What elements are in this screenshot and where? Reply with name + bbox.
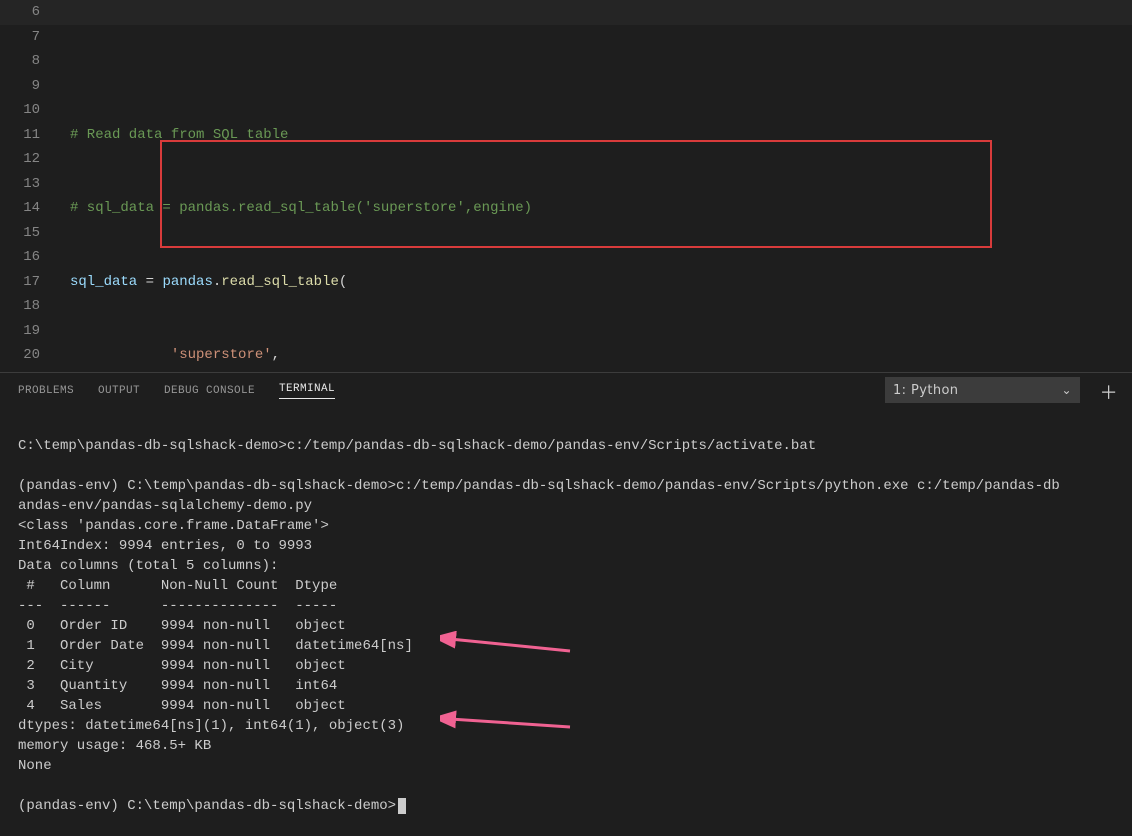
line-number: 16 <box>0 245 40 270</box>
terminal-line: andas-env/pandas-sqlalchemy-demo.py <box>18 498 312 514</box>
terminal-line: 1 Order Date 9994 non-null datetime64[ns… <box>18 638 413 654</box>
line-number: 20 <box>0 343 40 368</box>
code-text: pandas <box>162 274 212 290</box>
tab-output[interactable]: OUTPUT <box>98 385 140 397</box>
terminal-line: None <box>18 758 52 774</box>
new-terminal-icon[interactable]: ＋ <box>1100 379 1118 405</box>
terminal-line: 2 City 9994 non-null object <box>18 658 346 674</box>
code-text: sql_data <box>70 274 146 290</box>
terminal-line: C:\temp\pandas-db-sqlshack-demo>c:/temp/… <box>18 438 816 454</box>
code-editor[interactable]: 6 7 8 9 10 11 12 13 14 15 16 17 18 19 20… <box>0 0 1132 372</box>
terminal-line: Data columns (total 5 columns): <box>18 558 278 574</box>
code-text: # Read data from SQL table <box>70 127 288 143</box>
code-text: , <box>272 347 280 363</box>
code-content[interactable]: # Read data from SQL table # sql_data = … <box>70 0 759 372</box>
code-text: . <box>213 274 221 290</box>
chevron-down-icon: ⌄ <box>1062 383 1072 397</box>
tab-debug-console[interactable]: DEBUG CONSOLE <box>164 385 255 397</box>
terminal-cursor <box>398 798 406 814</box>
line-number: 8 <box>0 49 40 74</box>
terminal-line: <class 'pandas.core.frame.DataFrame'> <box>18 518 329 534</box>
terminal-line: 4 Sales 9994 non-null object <box>18 698 346 714</box>
line-number: 15 <box>0 221 40 246</box>
panel-tab-bar: PROBLEMS OUTPUT DEBUG CONSOLE TERMINAL 1… <box>0 373 1132 408</box>
terminal-line: # Column Non-Null Count Dtype <box>18 578 337 594</box>
line-number: 9 <box>0 74 40 99</box>
line-number: 6 <box>0 0 40 25</box>
code-text: ( <box>339 274 347 290</box>
line-number: 19 <box>0 319 40 344</box>
line-number: 11 <box>0 123 40 148</box>
terminal-line: (pandas-env) C:\temp\pandas-db-sqlshack-… <box>18 478 1060 494</box>
terminal-line: Int64Index: 9994 entries, 0 to 9993 <box>18 538 312 554</box>
tab-problems[interactable]: PROBLEMS <box>18 385 74 397</box>
terminal-selector[interactable]: 1: Python ⌄ <box>885 377 1080 403</box>
code-text <box>70 347 171 363</box>
terminal-line: dtypes: datetime64[ns](1), int64(1), obj… <box>18 718 404 734</box>
line-number: 12 <box>0 147 40 172</box>
line-number: 14 <box>0 196 40 221</box>
line-number: 18 <box>0 294 40 319</box>
terminal-line: (pandas-env) C:\temp\pandas-db-sqlshack-… <box>18 798 396 814</box>
line-number: 17 <box>0 270 40 295</box>
code-text: = <box>146 274 163 290</box>
terminal-line: 3 Quantity 9994 non-null int64 <box>18 678 337 694</box>
code-text: read_sql_table <box>221 274 339 290</box>
terminal-line: 0 Order ID 9994 non-null object <box>18 618 346 634</box>
code-text: # sql_data = pandas.read_sql_table('supe… <box>70 200 532 216</box>
terminal-line: --- ------ -------------- ----- <box>18 598 337 614</box>
tab-terminal[interactable]: TERMINAL <box>279 383 335 399</box>
line-number: 13 <box>0 172 40 197</box>
terminal-output[interactable]: C:\temp\pandas-db-sqlshack-demo>c:/temp/… <box>0 408 1132 836</box>
line-gutter: 6 7 8 9 10 11 12 13 14 15 16 17 18 19 20 <box>0 0 60 368</box>
terminal-line: memory usage: 468.5+ KB <box>18 738 211 754</box>
terminal-selector-label: 1: Python <box>893 383 958 398</box>
line-number: 7 <box>0 25 40 50</box>
code-text: 'superstore' <box>171 347 272 363</box>
bottom-panel: PROBLEMS OUTPUT DEBUG CONSOLE TERMINAL 1… <box>0 372 1132 830</box>
line-number: 10 <box>0 98 40 123</box>
